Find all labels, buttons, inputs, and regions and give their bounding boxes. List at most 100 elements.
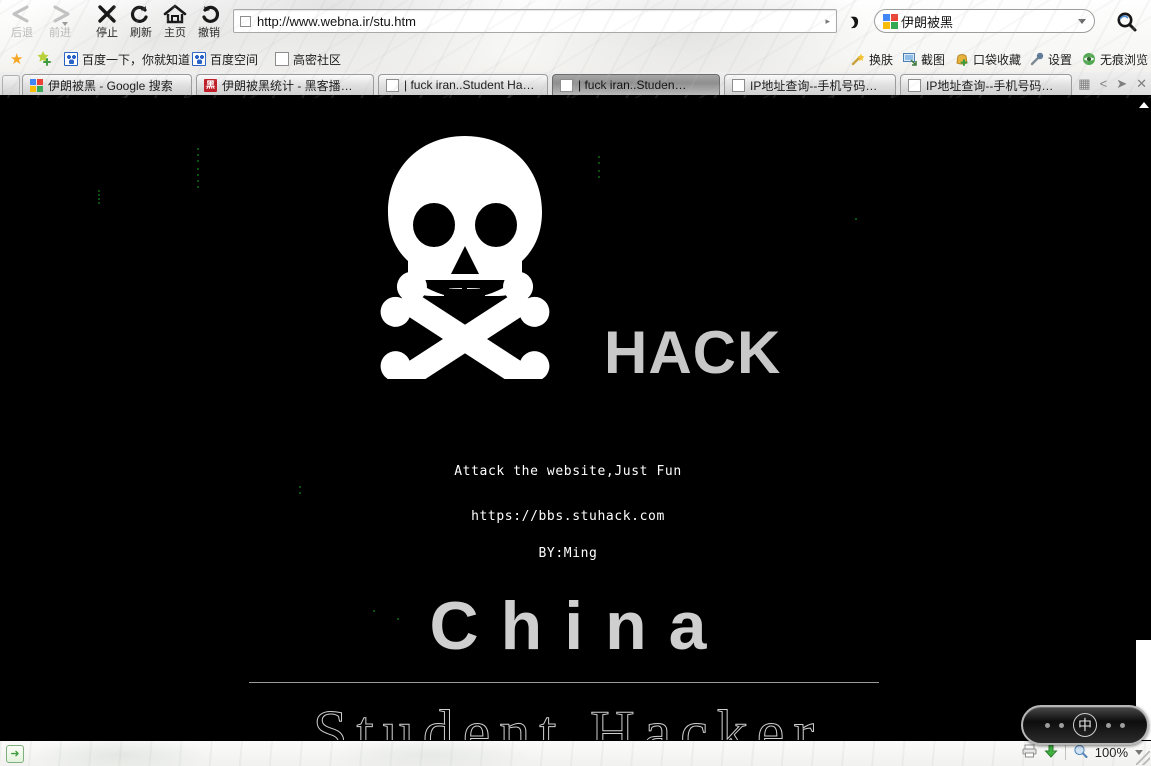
resize-grip[interactable]: [1136, 751, 1150, 765]
page-content: HACK Attack the website,Just Fun https:/…: [0, 98, 1136, 740]
toolbar-label: 口袋收藏: [973, 52, 1022, 67]
chinese-ime-floating-bar[interactable]: 中: [1021, 705, 1149, 745]
toolbar-item-screenshot[interactable]: 截图: [903, 46, 945, 72]
skin-wand-icon: [851, 52, 865, 66]
undo-button-label: 撤销: [198, 27, 220, 39]
browser-window: 后退 前进 停止 刷新 主页 撤销 http://www.webna.ir/st…: [0, 0, 1151, 766]
forum-url-text: https://bbs.stuhack.com: [471, 509, 665, 524]
back-button[interactable]: 后退: [4, 2, 40, 44]
bookmark-item-gaomi-community[interactable]: 高密社区: [275, 46, 341, 72]
bookmarks-bar: ★ 百度一下，你就知道 百度空间 高密社区 换肤 截图 口袋收藏 设置 无痕浏览: [0, 46, 1151, 72]
tab-title: 伊朗被黑统计 - 黑客播…: [222, 78, 353, 93]
refresh-button-label: 刷新: [130, 27, 152, 39]
tab-strip: 伊朗被黑 - Google 搜索 黑 伊朗被黑统计 - 黑客播… | fuck …: [0, 72, 1151, 98]
tab-title: 伊朗被黑 - Google 搜索: [48, 78, 173, 93]
zoom-magnifier-icon[interactable]: [1073, 744, 1088, 761]
toolbar-label: 截图: [921, 52, 946, 67]
zoom-level-label[interactable]: 100%: [1095, 745, 1128, 760]
bookmark-label: 高密社区: [293, 52, 342, 67]
status-bar: ➜ 100%: [0, 740, 1151, 766]
subtitle-heading: Student Hacker: [313, 699, 823, 741]
ime-dot-icon[interactable]: [1045, 722, 1050, 728]
navigation-toolbar: 后退 前进 停止 刷新 主页 撤销 http://www.webna.ir/st…: [0, 0, 1151, 45]
baidu-icon: [64, 52, 78, 66]
bookmark-add-button[interactable]: [36, 46, 52, 72]
tab-title: | fuck iran..Studen…: [578, 78, 687, 92]
tab-list-icon[interactable]: ▦: [1078, 76, 1090, 92]
printer-icon[interactable]: [1022, 744, 1037, 761]
tab-strip-tools: ▦ < ➤ ✕: [1078, 76, 1147, 92]
tab-fuck-iran-2-active[interactable]: | fuck iran..Studen…: [552, 74, 720, 95]
bookmark-star-button[interactable]: ★: [10, 46, 23, 72]
tab-fuck-iran-1[interactable]: | fuck iran..Student Ha…: [378, 74, 548, 95]
incognito-icon: [1082, 52, 1096, 66]
refresh-button[interactable]: 刷新: [123, 2, 159, 44]
forward-button[interactable]: 前进: [42, 2, 78, 44]
home-icon: [157, 2, 193, 26]
forward-button-label: 前进: [49, 27, 71, 39]
page-square-icon: [240, 15, 251, 27]
bookmark-item-baidu-search[interactable]: 百度一下，你就知道: [64, 46, 190, 72]
search-input[interactable]: 伊朗被黑: [901, 12, 953, 31]
back-button-label: 后退: [11, 27, 33, 39]
blank-page-icon: [908, 78, 921, 92]
tab-title: IP地址查询--手机号码查…: [750, 78, 888, 93]
refresh-icon: [123, 2, 159, 26]
blank-page-icon: [275, 52, 289, 66]
green-arrow-go-icon[interactable]: ➜: [6, 745, 24, 763]
hack-heading: HACK: [604, 319, 782, 386]
settings-wrench-icon: [1030, 52, 1044, 66]
toolbar-label: 设置: [1048, 52, 1073, 67]
google-icon: [883, 13, 898, 29]
toolbar-item-settings[interactable]: 设置: [1030, 46, 1072, 72]
home-button[interactable]: 主页: [157, 2, 193, 44]
forward-arrow-icon: [42, 2, 78, 26]
tab-google-search[interactable]: 伊朗被黑 - Google 搜索: [22, 74, 192, 95]
address-dropdown-icon[interactable]: ▸: [825, 16, 830, 27]
toolbar-item-incognito[interactable]: 无痕浏览: [1082, 46, 1148, 72]
bookmark-label: 百度一下，你就知道: [82, 52, 191, 67]
tab-ip-lookup-1[interactable]: IP地址查询--手机号码查…: [724, 74, 896, 95]
undo-button[interactable]: 撤销: [191, 2, 227, 44]
bookmark-label: 百度空间: [210, 52, 259, 67]
search-box[interactable]: 伊朗被黑: [874, 9, 1095, 33]
ime-mode-icon[interactable]: 中: [1073, 713, 1097, 737]
divider-rule: [249, 682, 879, 683]
screenshot-icon: [903, 52, 917, 66]
tab-hack-stats[interactable]: 黑 伊朗被黑统计 - 黑客播…: [196, 74, 374, 95]
bookmark-item-baidu-space[interactable]: 百度空间: [192, 46, 258, 72]
star-plus-icon: [36, 50, 52, 69]
ime-dot-icon[interactable]: [1120, 722, 1125, 728]
tab-strip-stub: [2, 75, 20, 95]
tab-title: IP地址查询--手机号码查…: [926, 78, 1064, 93]
author-text: BY:Ming: [538, 546, 598, 561]
toolbar-item-skin[interactable]: 换肤: [851, 46, 893, 72]
ime-dot-icon[interactable]: [1106, 722, 1111, 728]
download-arrow-icon[interactable]: [1044, 744, 1058, 761]
blank-page-icon: [732, 78, 745, 92]
search-magnifier-icon[interactable]: [1115, 10, 1139, 34]
search-dropdown-icon[interactable]: [1078, 18, 1086, 24]
scroll-up-arrow-icon[interactable]: [1139, 102, 1149, 108]
baidu-icon: [192, 52, 206, 66]
stop-button-label: 停止: [96, 27, 118, 39]
close-x-icon: [89, 2, 125, 26]
tab-prev-icon[interactable]: <: [1100, 76, 1108, 92]
google-icon: [30, 78, 43, 92]
chevron-down-icon[interactable]: [62, 22, 68, 26]
tab-close-icon[interactable]: ✕: [1136, 76, 1147, 92]
tab-ip-lookup-2[interactable]: IP地址查询--手机号码查…: [900, 74, 1072, 95]
stop-button[interactable]: 停止: [89, 2, 125, 44]
browser-chrome: 后退 前进 停止 刷新 主页 撤销 http://www.webna.ir/st…: [0, 0, 1151, 98]
country-heading: China: [429, 588, 729, 664]
status-divider: [1064, 745, 1066, 760]
tagline-text: Attack the website,Just Fun: [454, 464, 682, 479]
address-bar-input[interactable]: http://www.webna.ir/stu.htm: [257, 14, 416, 29]
status-bar-right-tools: 100%: [1022, 744, 1143, 761]
address-bar[interactable]: http://www.webna.ir/stu.htm ▸: [233, 9, 837, 33]
blank-page-icon: [560, 78, 573, 92]
toolbar-label: 无痕浏览: [1100, 52, 1149, 67]
tab-next-icon[interactable]: ➤: [1116, 76, 1127, 92]
toolbar-item-pocket-favorites[interactable]: 口袋收藏: [955, 46, 1021, 72]
ime-dot-icon[interactable]: [1059, 722, 1064, 728]
